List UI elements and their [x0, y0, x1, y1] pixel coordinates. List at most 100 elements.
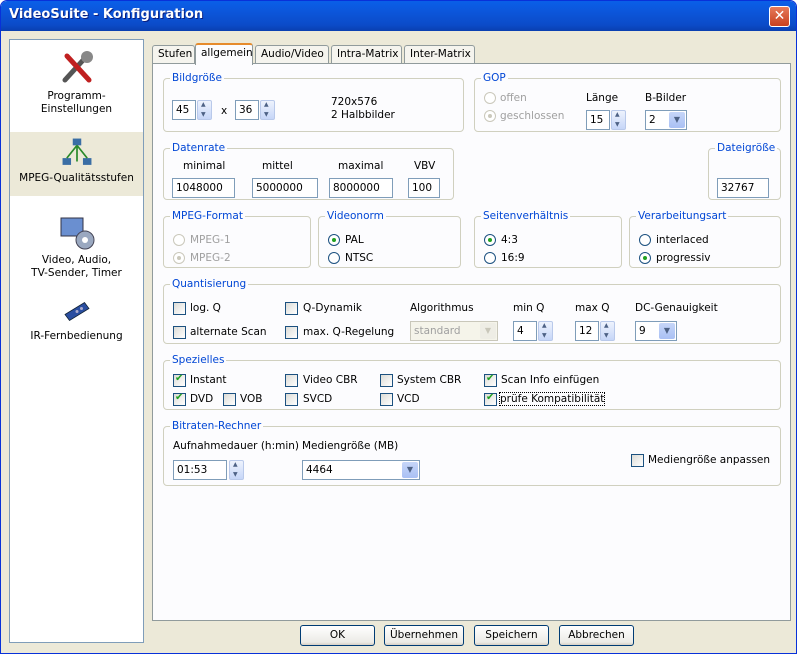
chevron-down-icon: ▼: [402, 462, 418, 478]
ratio-4-3-label: 4:3: [501, 234, 518, 246]
uebernehmen-button[interactable]: Übernehmen: [384, 625, 464, 646]
pruefe-label: prüfe Kompatibilität: [498, 392, 606, 406]
tab-area: Stufen allgemein Audio/Video Intra-Matri…: [152, 43, 791, 621]
pal-radio[interactable]: [328, 234, 340, 246]
logq-label: log. Q: [190, 302, 221, 314]
maxqreg-checkbox[interactable]: [285, 326, 298, 339]
systemcbr-checkbox[interactable]: [380, 374, 393, 387]
vcd-checkbox[interactable]: [380, 393, 393, 406]
group-quantisierung: Quantisierung log. Q Q-Dynamik alternate…: [163, 278, 781, 344]
ntsc-radio[interactable]: [328, 252, 340, 264]
chevron-down-icon: ▼: [659, 323, 675, 339]
chevron-down-icon: ▼: [669, 112, 685, 128]
pal-label: PAL: [345, 234, 364, 246]
tab-stufen[interactable]: Stufen: [152, 45, 195, 64]
group-gop: GOP offen geschlossen Länge 15 B-Bilder …: [474, 72, 781, 132]
minimal-input[interactable]: 1048000: [172, 178, 235, 198]
ntsc-label: NTSC: [345, 252, 374, 264]
mpeg1-label: MPEG-1: [190, 234, 231, 246]
ratio-4-3-radio[interactable]: [484, 234, 496, 246]
qdynamik-checkbox[interactable]: [285, 302, 298, 315]
anpassen-checkbox[interactable]: [631, 454, 644, 467]
resolution-label: 720x576: [331, 96, 378, 108]
systemcbr-label: System CBR: [397, 374, 462, 386]
abbrechen-button[interactable]: Abbrechen: [559, 625, 634, 646]
logq-checkbox[interactable]: [173, 302, 186, 315]
tab-intra-matrix[interactable]: Intra-Matrix: [331, 45, 402, 64]
tab-allgemein[interactable]: allgemein: [195, 43, 253, 65]
tools-icon: [62, 51, 93, 83]
width-input[interactable]: 45: [172, 100, 196, 120]
instant-label: Instant: [190, 374, 227, 386]
speichern-button[interactable]: Speichern: [474, 625, 549, 646]
minq-input[interactable]: 4: [513, 321, 537, 341]
group-dateigroesse: Dateigröße 32767: [708, 142, 781, 200]
height-input[interactable]: 36: [235, 100, 259, 120]
mittel-input[interactable]: 5000000: [252, 178, 318, 198]
group-bildgroesse: Bildgröße 45 x 36 720x576 2 Halbbilder: [163, 72, 464, 132]
gop-geschlossen-label: geschlossen: [500, 110, 565, 122]
chevron-down-icon: ▼: [480, 323, 496, 339]
vob-checkbox[interactable]: [223, 393, 236, 406]
dvd-checkbox[interactable]: [173, 392, 186, 406]
dauer-label: Aufnahmedauer (h:min): [173, 440, 300, 452]
vbv-input[interactable]: 100: [408, 178, 440, 198]
group-bitraten-rechner: Bitraten-Rechner Aufnahmedauer (h:min) 0…: [163, 420, 781, 486]
vcd-label: VCD: [397, 393, 420, 405]
interlaced-radio[interactable]: [639, 234, 651, 246]
progressiv-radio[interactable]: [639, 252, 651, 264]
sidebar-item-mpeg[interactable]: MPEG-Qualitätsstufen: [10, 132, 143, 196]
minq-spinner[interactable]: [538, 321, 553, 341]
group-spezielles: Spezielles Instant Video CBR System CBR …: [163, 354, 781, 410]
maximal-input[interactable]: 8000000: [329, 178, 393, 198]
group-mpegformat: MPEG-Format MPEG-1 MPEG-2: [163, 210, 311, 268]
width-spinner[interactable]: [197, 100, 212, 120]
title-bar[interactable]: VideoSuite - Konfiguration ✕: [1, 1, 796, 31]
dateigroesse-input[interactable]: 32767: [717, 178, 769, 198]
svcd-label: SVCD: [303, 393, 333, 405]
anpassen-label: Mediengröße anpassen: [648, 454, 771, 466]
close-icon[interactable]: ✕: [769, 6, 790, 27]
videocbr-checkbox[interactable]: [285, 374, 298, 387]
group-videonorm: Videonorm PAL NTSC: [318, 210, 461, 268]
maxq-spinner[interactable]: [600, 321, 615, 341]
mittel-label: mittel: [262, 160, 293, 172]
medien-select[interactable]: 4464 ▼: [302, 460, 420, 480]
dauer-spinner[interactable]: [229, 460, 244, 480]
network-icon: [62, 138, 91, 165]
bbilder-select[interactable]: 2 ▼: [645, 110, 687, 130]
tab-audio-video[interactable]: Audio/Video: [255, 45, 329, 64]
maxq-input[interactable]: 12: [575, 321, 599, 341]
ratio-16-9-label: 16:9: [501, 252, 525, 264]
dauer-input[interactable]: 01:53: [173, 460, 227, 480]
algorithmus-value: standard: [414, 325, 461, 337]
group-title: Verarbeitungsart: [638, 210, 727, 222]
group-seitenverhaeltnis: Seitenverhältnis 4:3 16:9: [474, 210, 622, 268]
tab-inter-matrix[interactable]: Inter-Matrix: [404, 45, 475, 64]
vob-label: VOB: [240, 393, 263, 405]
sidebar-item-video[interactable]: Video, Audio, TV-Sender, Timer: [10, 212, 143, 292]
pruefe-checkbox[interactable]: [484, 392, 497, 406]
laenge-input[interactable]: 15: [586, 110, 610, 130]
maxq-label: max Q: [575, 302, 610, 314]
vbv-label: VBV: [414, 160, 436, 172]
algorithmus-select: standard ▼: [410, 321, 498, 341]
group-title: MPEG-Format: [172, 210, 243, 222]
altscan-checkbox[interactable]: [173, 326, 186, 339]
sidebar-item-programm[interactable]: Programm- Einstellungen: [10, 48, 143, 128]
gop-offen-radio: [484, 92, 496, 104]
minimal-label: minimal: [183, 160, 226, 172]
sidebar-item-label: Programm- Einstellungen: [40, 90, 113, 115]
laenge-spinner[interactable]: [611, 110, 626, 130]
sidebar-item-label: IR-Fernbedienung: [30, 330, 123, 342]
ratio-16-9-radio[interactable]: [484, 252, 496, 264]
sidebar-item-ir[interactable]: IR-Fernbedienung: [10, 298, 143, 358]
group-title: Spezielles: [172, 354, 225, 366]
medien-label: Mediengröße (MB): [302, 440, 399, 452]
height-spinner[interactable]: [260, 100, 275, 120]
svcd-checkbox[interactable]: [285, 393, 298, 406]
instant-checkbox[interactable]: [173, 373, 186, 387]
dc-select[interactable]: 9 ▼: [635, 321, 677, 341]
scaninfo-checkbox[interactable]: [484, 373, 497, 387]
ok-button[interactable]: OK: [300, 625, 375, 646]
